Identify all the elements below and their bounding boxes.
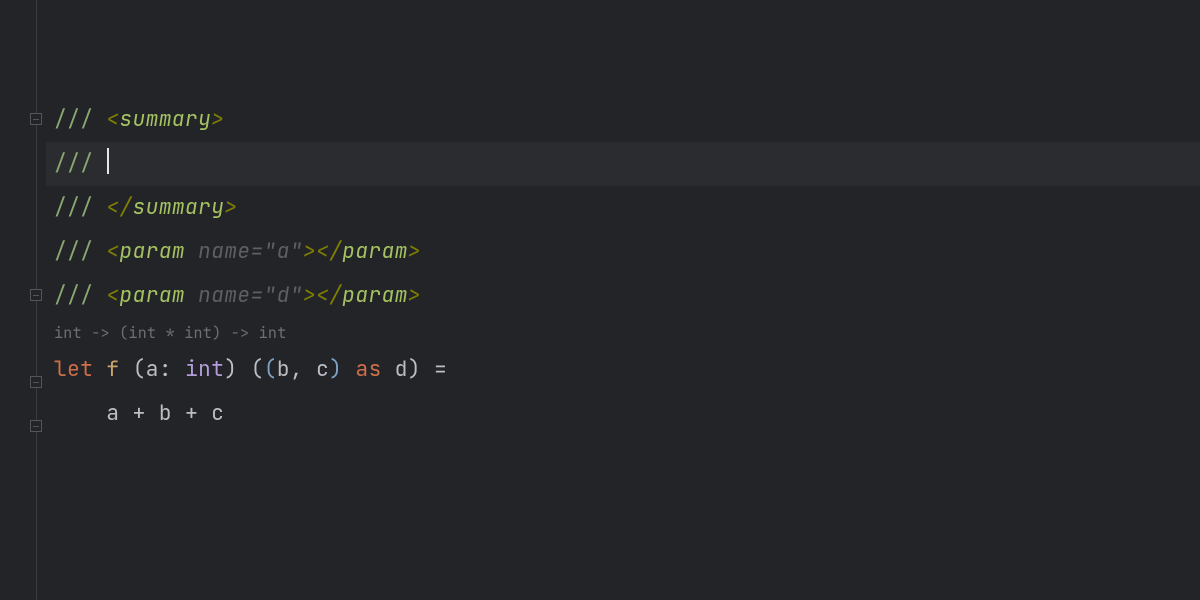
xml-close: > — [211, 106, 224, 133]
xml-tag: summary — [120, 106, 212, 133]
code-line[interactable]: let f (a: int) ((b, c) as d) = — [46, 348, 1200, 392]
xml-quote: " — [264, 238, 277, 265]
rparen: ) — [224, 356, 237, 383]
code-line[interactable]: /// <summary> — [46, 98, 1200, 142]
keyword-as: as — [355, 356, 381, 383]
xml-tag: summary — [133, 194, 225, 221]
gutter — [0, 0, 46, 600]
doc-slash: /// — [54, 106, 93, 133]
xml-open: < — [106, 194, 119, 221]
code-line[interactable]: a + b + c — [46, 392, 1200, 436]
xml-attr-value: a — [277, 238, 290, 265]
xml-open: < — [106, 106, 119, 133]
rparen: ) — [408, 356, 421, 383]
xml-tag: param — [120, 282, 186, 309]
colon: : — [159, 356, 172, 383]
doc-slash: /// — [54, 150, 93, 177]
rparen-inner: ) — [329, 356, 342, 383]
code-line[interactable]: /// </summary> — [46, 186, 1200, 230]
param-c: c — [316, 356, 329, 383]
code-editor[interactable]: /// <summary> /// /// </summary> /// <pa… — [0, 0, 1200, 600]
inlay-hint: int -> (int * int) -> int — [46, 318, 1200, 348]
space — [93, 282, 106, 309]
text-caret-icon — [107, 148, 109, 174]
id-b: b — [159, 400, 172, 427]
code-line[interactable]: /// <param name="a"></param> — [46, 230, 1200, 274]
plus: + — [133, 400, 146, 427]
type-int: int — [185, 356, 224, 383]
fold-handle-icon[interactable] — [30, 420, 42, 432]
function-name: f — [106, 356, 119, 383]
doc-slash: /// — [54, 194, 93, 221]
xml-quote: " — [264, 282, 277, 309]
blank-space — [46, 0, 1200, 98]
doc-slash: /// — [54, 238, 93, 265]
param-b: b — [277, 356, 290, 383]
xml-close: > — [303, 238, 316, 265]
xml-slash: / — [329, 238, 342, 265]
xml-attr-value: d — [277, 282, 290, 309]
space — [93, 238, 106, 265]
xml-close: > — [408, 282, 421, 309]
code-line-current[interactable]: /// — [46, 142, 1200, 186]
xml-quote: " — [290, 282, 303, 309]
fold-handle-icon[interactable] — [30, 113, 42, 125]
xml-attr-name: name= — [185, 282, 264, 309]
id-a: a — [106, 400, 119, 427]
xml-open: < — [106, 282, 119, 309]
space — [93, 194, 106, 221]
id-c: c — [211, 400, 224, 427]
xml-open: < — [106, 238, 119, 265]
plus: + — [185, 400, 198, 427]
space — [93, 150, 106, 177]
xml-open: < — [316, 282, 329, 309]
fold-handle-icon[interactable] — [30, 376, 42, 388]
xml-tag: param — [120, 238, 186, 265]
xml-close: > — [303, 282, 316, 309]
space — [93, 106, 106, 133]
xml-attr-name: name= — [185, 238, 264, 265]
fold-handle-icon[interactable] — [30, 289, 42, 301]
xml-tag: param — [342, 282, 408, 309]
lparen: ( — [251, 356, 264, 383]
keyword-let: let — [54, 356, 93, 383]
xml-tag: param — [342, 238, 408, 265]
param-a: a — [146, 356, 159, 383]
param-d: d — [395, 356, 408, 383]
xml-slash: / — [329, 282, 342, 309]
xml-close: > — [408, 238, 421, 265]
xml-quote: " — [290, 238, 303, 265]
lparen: ( — [133, 356, 146, 383]
lparen-inner: ( — [264, 356, 277, 383]
indent — [54, 400, 106, 427]
xml-slash: / — [120, 194, 133, 221]
code-area[interactable]: /// <summary> /// /// </summary> /// <pa… — [46, 0, 1200, 600]
xml-close: > — [224, 194, 237, 221]
equals: = — [434, 356, 447, 383]
xml-open: < — [316, 238, 329, 265]
code-line[interactable]: /// <param name="d"></param> — [46, 274, 1200, 318]
doc-slash: /// — [54, 282, 93, 309]
comma: , — [290, 356, 303, 383]
